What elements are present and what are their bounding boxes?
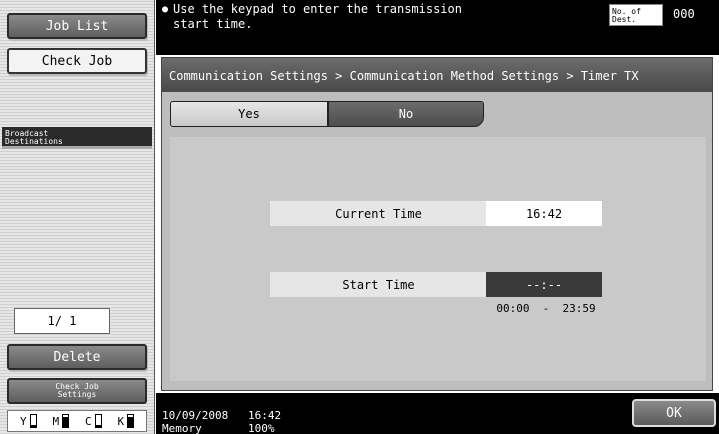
toner-y-fill [30, 425, 36, 427]
toner-levels: Y M C K [7, 410, 147, 432]
delete-button[interactable]: Delete [7, 344, 147, 370]
message-bar: ● Use the keypad to enter the transmissi… [156, 0, 719, 55]
status-time: 16:42 [248, 409, 282, 422]
info-icon: ● [162, 4, 169, 15]
toner-c-label: C [84, 414, 92, 428]
current-time-value: 16:42 [486, 201, 602, 226]
job-list-button[interactable]: Job List [7, 13, 147, 39]
check-job-settings-button[interactable]: Check Job Settings [7, 378, 147, 404]
toner-m-label: M [52, 414, 60, 428]
status-bar: 10/09/2008 16:42 Memory 100% OK [156, 393, 719, 434]
sidebar: Job List Check Job Broadcast Destination… [0, 0, 155, 434]
toner-k-fill [128, 416, 134, 427]
toner-y-label: Y [19, 414, 27, 428]
timer-tx-panel: Communication Settings > Communication M… [161, 57, 713, 391]
yes-tab[interactable]: Yes [170, 101, 328, 127]
no-tab[interactable]: No [328, 101, 484, 127]
memory-label: Memory [162, 422, 202, 434]
instruction-message: Use the keypad to enter the transmission… [173, 2, 462, 31]
toner-m: M [52, 414, 70, 428]
toner-m-fill [63, 416, 69, 427]
memory-value: 100% [248, 422, 275, 434]
start-time-label: Start Time [270, 272, 487, 297]
toner-c-bar [94, 414, 102, 428]
toner-m-bar [62, 414, 70, 428]
destination-count: 000 [673, 7, 695, 21]
current-time-label: Current Time [270, 201, 487, 226]
start-time-range: 00:00 - 23:59 [496, 302, 596, 315]
toner-y-bar [29, 414, 37, 428]
destination-count-label: No. of Dest. [609, 4, 663, 26]
start-time-input[interactable]: --:-- [486, 272, 602, 297]
toner-k-label: K [117, 414, 125, 428]
toner-y: Y [20, 414, 37, 428]
breadcrumb: Communication Settings > Communication M… [162, 58, 712, 92]
page-counter: 1/ 1 [14, 308, 110, 334]
ok-button[interactable]: OK [632, 399, 716, 427]
toner-k: K [117, 414, 135, 428]
check-job-button[interactable]: Check Job [7, 48, 147, 74]
toner-c: C [85, 414, 102, 428]
toner-c-fill [95, 425, 101, 427]
broadcast-destinations-header: Broadcast Destinations [2, 127, 152, 149]
toner-k-bar [127, 414, 135, 428]
status-date: 10/09/2008 [162, 409, 229, 422]
time-settings-area: Current Time 16:42 Start Time --:-- 00:0… [170, 137, 706, 381]
